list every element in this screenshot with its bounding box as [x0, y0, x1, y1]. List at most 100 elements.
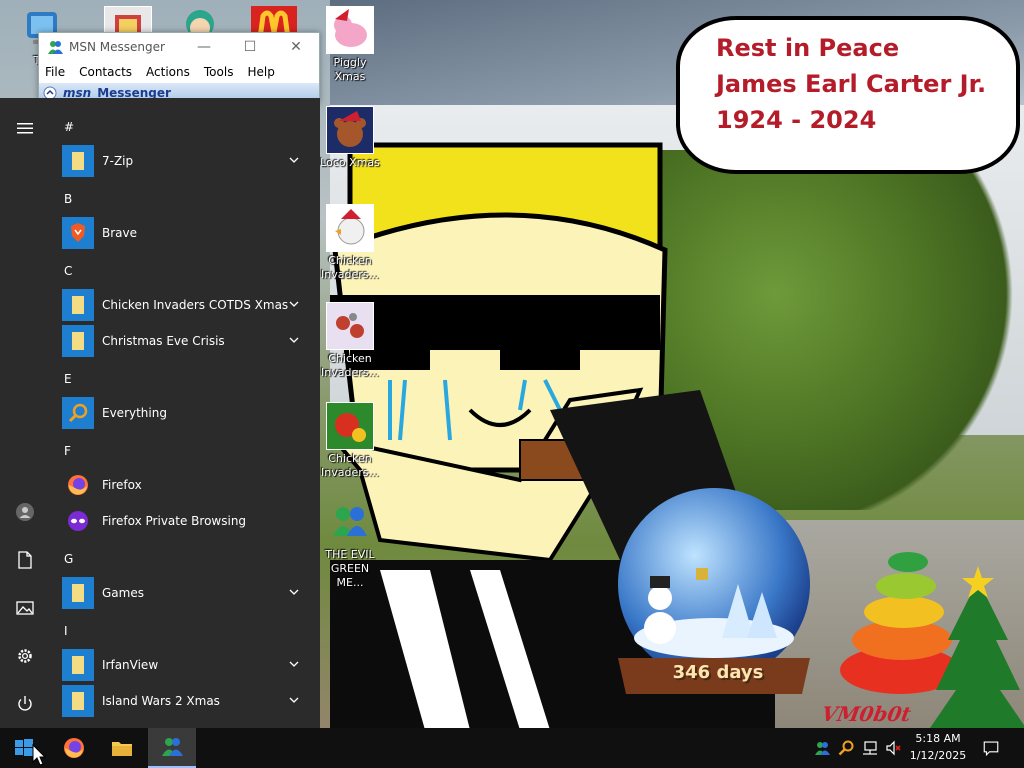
chevron-down-icon[interactable] — [288, 154, 300, 166]
app-item-games[interactable]: Games — [62, 576, 308, 610]
chevron-down-icon[interactable] — [288, 298, 300, 310]
desktop-icon-label: Chicken Invaders... — [321, 352, 379, 379]
search-tray-icon[interactable] — [838, 740, 854, 756]
christmas-decoration — [840, 552, 1024, 728]
maximize-button[interactable]: ☐ — [227, 33, 273, 61]
desktop-icon-chicken-invaders-1[interactable]: Chicken Invaders... — [318, 204, 382, 282]
desktop-icon-loco-xmas[interactable]: Loco Xmas — [318, 106, 382, 170]
file-explorer-icon — [112, 742, 132, 756]
app-item-island-wars-2-xmas[interactable]: Island Wars 2 Xmas — [62, 684, 308, 718]
days-counter: 346 days — [672, 662, 764, 683]
app-name: 7-Zip — [102, 154, 134, 168]
app-item-everything[interactable]: Everything — [62, 396, 308, 430]
desktop-icon-label: THE EVIL GREEN ME... — [325, 548, 375, 589]
bubble-line-1: Rest in Peace — [716, 34, 900, 62]
documents-button[interactable] — [0, 538, 50, 582]
app-name: Firefox — [102, 478, 142, 492]
folder-icon — [62, 325, 94, 357]
desktop-icon-label: Loco Xmas — [320, 156, 380, 169]
desktop-icon-label: Chicken Invaders... — [321, 254, 379, 281]
system-clock[interactable]: 5:18 AM 1/12/2025 — [908, 730, 968, 766]
msn-messenger-window[interactable]: MSN Messenger — ☐ ✕ File Contacts Action… — [38, 32, 320, 104]
close-button[interactable]: ✕ — [273, 33, 319, 61]
power-icon — [18, 696, 32, 711]
window-titlebar[interactable]: MSN Messenger — ☐ ✕ — [39, 33, 319, 61]
taskbar-msn-messenger[interactable] — [148, 728, 196, 768]
taskbar: 5:18 AM 1/12/2025 — [0, 728, 1024, 768]
firefox-icon — [62, 469, 94, 501]
everything-search-icon — [62, 397, 94, 429]
app-name: Island Wars 2 Xmas — [102, 694, 220, 708]
desktop-icon-label: Piggly Xmas — [333, 56, 367, 83]
taskbar-file-explorer[interactable] — [98, 728, 146, 768]
folder-icon — [62, 649, 94, 681]
section-header-c[interactable]: C — [64, 264, 72, 278]
app-name: Christmas Eve Crisis — [102, 334, 225, 348]
app-name: Everything — [102, 406, 167, 420]
network-icon[interactable] — [862, 740, 878, 756]
chevron-down-icon[interactable] — [288, 334, 300, 346]
brave-icon — [62, 217, 94, 249]
app-item-christmas-eve-crisis[interactable]: Christmas Eve Crisis — [62, 324, 308, 358]
pictures-button[interactable] — [0, 586, 50, 630]
desktop-icon-evil-green-messenger[interactable]: THE EVIL GREEN ME... — [318, 500, 382, 590]
bear-icon — [326, 106, 374, 154]
chicken-space-icon — [326, 302, 374, 350]
documents-icon — [18, 551, 32, 569]
chicken-red-icon — [326, 402, 374, 450]
app-name: IrfanView — [102, 658, 159, 672]
desktop-icon-chicken-invaders-3[interactable]: Chicken Invaders... — [318, 402, 382, 480]
msn-messenger-icon — [48, 41, 63, 54]
chevron-down-icon[interactable] — [288, 586, 300, 598]
app-item-firefox-private-browsing[interactable]: Firefox Private Browsing — [62, 504, 308, 538]
app-item-irfanview[interactable]: IrfanView — [62, 648, 308, 682]
menu-contacts[interactable]: Contacts — [79, 65, 132, 79]
menu-tools[interactable]: Tools — [204, 65, 234, 79]
desktop-icon-label: Chicken Invaders... — [321, 452, 379, 479]
minimize-button[interactable]: — — [181, 33, 227, 61]
app-item-7zip[interactable]: 7-Zip — [62, 144, 308, 178]
app-item-firefox[interactable]: Firefox — [62, 468, 308, 502]
section-header-b[interactable]: B — [64, 192, 72, 206]
section-header-g[interactable]: G — [64, 552, 73, 566]
firefox-private-icon — [62, 505, 94, 537]
user-icon — [16, 503, 34, 521]
section-header-e[interactable]: E — [64, 372, 72, 386]
section-header-hash[interactable]: # — [64, 120, 74, 134]
chevron-down-icon[interactable] — [288, 658, 300, 670]
chevron-down-icon[interactable] — [288, 694, 300, 706]
desktop-icon-piggly-xmas[interactable]: Piggly Xmas — [318, 6, 382, 84]
folder-icon — [62, 577, 94, 609]
power-button[interactable] — [0, 682, 50, 726]
expand-menu-button[interactable] — [0, 106, 50, 150]
settings-button[interactable] — [0, 634, 50, 678]
speech-bubble: Rest in Peace James Earl Carter Jr. 1924… — [676, 16, 1020, 174]
desktop-icon-chicken-invaders-2[interactable]: Chicken Invaders... — [318, 302, 382, 380]
app-item-chicken-invaders-cotds-xmas[interactable]: Chicken Invaders COTDS Xmas — [62, 288, 308, 322]
app-item-brave[interactable]: Brave — [62, 216, 308, 250]
menu-file[interactable]: File — [45, 65, 65, 79]
app-name: Chicken Invaders COTDS Xmas — [102, 298, 289, 312]
bubble-line-3: 1924 - 2024 — [716, 106, 877, 134]
folder-icon — [62, 289, 94, 321]
mouse-cursor-icon — [32, 744, 46, 766]
window-title: MSN Messenger — [69, 40, 165, 54]
taskbar-firefox[interactable] — [50, 728, 98, 768]
start-app-list[interactable]: # 7-Zip B Brave C Chicken Invaders COTDS… — [50, 98, 320, 728]
start-menu[interactable]: # 7-Zip B Brave C Chicken Invaders COTDS… — [0, 98, 320, 728]
firefox-icon — [64, 738, 84, 758]
clock-time: 5:18 AM — [915, 732, 961, 745]
volume-muted-icon[interactable] — [886, 740, 902, 756]
menu-help[interactable]: Help — [247, 65, 274, 79]
section-header-i[interactable]: I — [64, 624, 68, 638]
start-menu-rail — [0, 98, 50, 728]
msn-tray-icon[interactable] — [814, 740, 830, 756]
menu-actions[interactable]: Actions — [146, 65, 190, 79]
pictures-icon — [16, 601, 34, 615]
msn-people-icon — [327, 500, 373, 546]
section-header-f[interactable]: F — [64, 444, 71, 458]
app-name: Firefox Private Browsing — [102, 514, 247, 528]
user-account-button[interactable] — [0, 490, 50, 534]
action-center-button[interactable] — [968, 728, 1014, 768]
clock-date: 1/12/2025 — [909, 749, 967, 762]
